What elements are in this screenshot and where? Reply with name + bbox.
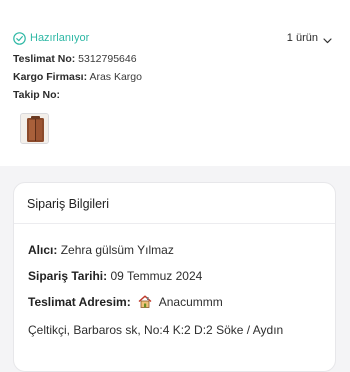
delivery-address-row: Teslimat Adresim: Anacummm: [28, 294, 223, 310]
divider: [14, 223, 335, 224]
recipient-label: Alıcı:: [28, 243, 58, 257]
order-date-label: Sipariş Tarihi:: [28, 269, 108, 283]
chevron-down-icon: [323, 35, 332, 44]
shipment-card: Hazırlanıyor 1 ürün Teslimat No: 5312795…: [0, 0, 350, 166]
house-icon: [138, 295, 152, 308]
full-address-text: Çeltikçi, Barbaros sk, No:4 K:2 D:2 Söke…: [28, 323, 284, 337]
shipment-status: Hazırlanıyor: [13, 30, 89, 46]
carrier-row: Kargo Firması: Aras Kargo: [13, 70, 142, 84]
recipient-row: Alıcı: Zehra gülsüm Yılmaz: [28, 242, 174, 258]
carrier-value: Aras Kargo: [89, 71, 142, 83]
delivery-number-value: 5312795646: [78, 53, 137, 65]
full-address: Çeltikçi, Barbaros sk, No:4 K:2 D:2 Söke…: [28, 322, 283, 338]
order-info-card: Sipariş Bilgileri Alıcı: Zehra gülsüm Yı…: [13, 182, 336, 372]
delivery-number-label: Teslimat No:: [13, 53, 76, 65]
tracking-number-label: Takip No:: [13, 89, 61, 101]
recipient-value: Zehra gülsüm Yılmaz: [60, 243, 174, 257]
order-date-row: Sipariş Tarihi: 09 Temmuz 2024: [28, 268, 202, 284]
delivery-number-row: Teslimat No: 5312795646: [13, 52, 137, 66]
order-info-title: Sipariş Bilgileri: [27, 197, 109, 211]
product-thumbnail[interactable]: [20, 113, 49, 144]
address-name: Anacummm: [158, 295, 223, 309]
carrier-label: Kargo Firması:: [13, 71, 88, 83]
delivery-address-label: Teslimat Adresim:: [28, 295, 131, 309]
tracking-number-row: Takip No:: [13, 88, 60, 102]
status-text: Hazırlanıyor: [30, 32, 90, 44]
item-count-toggle[interactable]: 1 ürün: [287, 30, 332, 46]
item-count-label: 1 ürün: [286, 32, 318, 44]
check-circle-icon: [13, 31, 26, 45]
order-date-value: 09 Temmuz 2024: [110, 269, 203, 283]
